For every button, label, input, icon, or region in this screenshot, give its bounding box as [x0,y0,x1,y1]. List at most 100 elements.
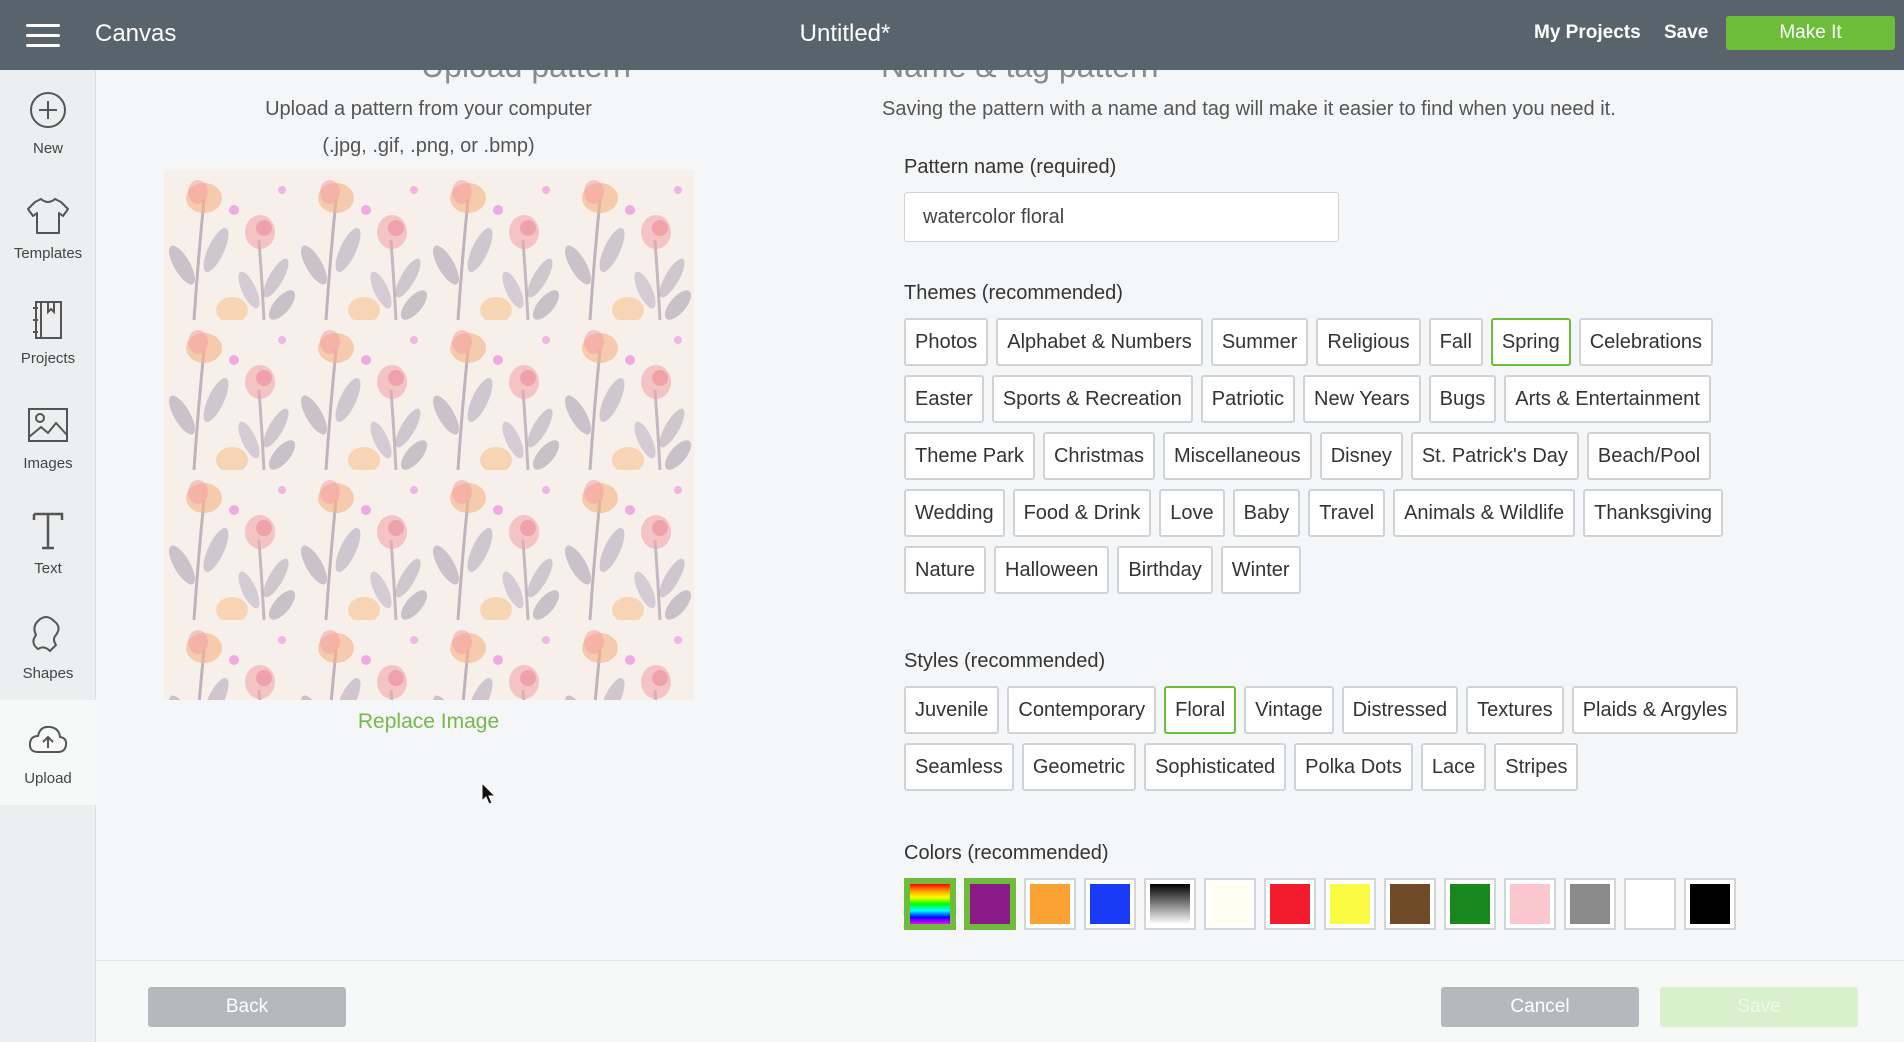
theme-tag[interactable]: Disney [1319,432,1403,480]
color-swatch-multicolor[interactable] [904,878,956,930]
pattern-name-label: Pattern name (required) [904,156,1117,178]
color-swatch-purple[interactable] [964,878,1016,930]
theme-tag[interactable]: Beach/Pool [1586,432,1712,480]
save-button[interactable]: Save [1660,987,1858,1027]
theme-tag[interactable]: Love [1159,489,1225,537]
upload-file-types: (.jpg, .gif, .png, or .bmp) [322,135,535,157]
theme-tag[interactable]: Sports & Recreation [991,375,1193,423]
style-tag[interactable]: Polka Dots [1294,743,1413,791]
back-button[interactable]: Back [148,987,346,1027]
color-swatch-blue[interactable] [1084,878,1136,930]
color-swatch-fill [1150,884,1190,924]
theme-tag[interactable]: St. Patrick's Day [1410,432,1579,480]
color-swatch-fill [910,884,950,924]
theme-tag[interactable]: Summer [1210,318,1309,366]
colors-label: Colors (recommended) [904,842,1109,864]
theme-tag[interactable]: Photos [904,318,989,366]
theme-tag[interactable]: Alphabet & Numbers [996,318,1203,366]
pattern-name-input[interactable] [904,192,1339,242]
style-tag[interactable]: Vintage [1244,686,1334,734]
replace-image-link[interactable]: Replace Image [96,710,761,734]
theme-tag[interactable]: Christmas [1042,432,1155,480]
theme-tag[interactable]: Halloween [994,546,1110,594]
theme-tag[interactable]: Easter [904,375,984,423]
style-tag[interactable]: Sophisticated [1144,743,1287,791]
top-bar: Canvas Untitled* My Projects Save Make I… [0,0,1904,70]
theme-tag[interactable]: Thanksgiving [1583,489,1723,537]
theme-tag[interactable]: New Years [1303,375,1421,423]
sidebar-item-label: Shapes [22,665,74,682]
theme-tag[interactable]: Animals & Wildlife [1393,489,1576,537]
theme-tag[interactable]: Theme Park [904,432,1035,480]
sidebar: New Templates Projects Images Text Shape… [0,70,96,1042]
style-tag[interactable]: Juvenile [904,686,1000,734]
style-tag[interactable]: Contemporary [1007,686,1157,734]
color-swatch-pink[interactable] [1504,878,1556,930]
sidebar-item-label: Images [23,455,73,472]
sidebar-item-projects[interactable]: Projects [0,280,96,385]
theme-tag[interactable]: Celebrations [1578,318,1713,366]
top-save-link[interactable]: Save [1664,22,1708,44]
color-swatch-gray-gradient[interactable] [1144,878,1196,930]
style-tag[interactable]: Seamless [904,743,1014,791]
sidebar-item-label: New [32,140,63,157]
image-icon [28,408,68,442]
theme-tag[interactable]: Bugs [1428,375,1497,423]
color-swatch-gray[interactable] [1564,878,1616,930]
color-swatch-red[interactable] [1264,878,1316,930]
color-swatch-yellow[interactable] [1324,878,1376,930]
sidebar-item-images[interactable]: Images [0,385,96,490]
upload-subtitle: Upload a pattern from your computer [265,98,592,120]
sidebar-item-new[interactable]: New [0,70,96,175]
sidebar-item-label: Text [34,560,62,577]
theme-tag[interactable]: Arts & Entertainment [1504,375,1711,423]
color-swatch-fill [1630,884,1670,924]
theme-tag[interactable]: Food & Drink [1012,489,1152,537]
sidebar-item-templates[interactable]: Templates [0,175,96,280]
themes-tag-group: Photos Alphabet & Numbers Summer Religious F… [904,318,1764,594]
color-swatch-brown[interactable] [1384,878,1436,930]
sidebar-item-shapes[interactable]: Shapes [0,595,96,700]
themes-label: Themes (recommended) [904,282,1123,304]
style-tag[interactable]: Geometric [1021,743,1137,791]
styles-label: Styles (recommended) [904,650,1106,672]
sidebar-item-label: Projects [20,350,76,367]
theme-tag[interactable]: Baby [1232,489,1301,537]
cancel-button[interactable]: Cancel [1441,987,1639,1027]
color-swatch-fill [1510,884,1550,924]
theme-tag[interactable]: Winter [1220,546,1301,594]
color-swatch-white[interactable] [1624,878,1676,930]
form-subtitle: Saving the pattern with a name and tag w… [882,98,1616,120]
theme-tag[interactable]: Miscellaneous [1162,432,1312,480]
text-icon [32,512,64,550]
color-swatch-fill [1090,884,1130,924]
shapes-icon [32,616,60,653]
make-it-button[interactable]: Make It [1726,16,1895,50]
style-tag[interactable]: Floral [1164,686,1237,734]
color-swatch-black[interactable] [1684,878,1736,930]
color-swatch-cream[interactable] [1204,878,1256,930]
theme-tag[interactable]: Birthday [1117,546,1213,594]
sidebar-item-text[interactable]: Text [0,490,96,595]
theme-tag[interactable]: Religious [1316,318,1421,366]
color-swatch-orange[interactable] [1024,878,1076,930]
color-swatch-fill [1690,884,1730,924]
theme-tag[interactable]: Fall [1428,318,1483,366]
color-swatch-fill [970,884,1010,924]
theme-tag[interactable]: Wedding [904,489,1005,537]
style-tag[interactable]: Stripes [1494,743,1579,791]
my-projects-link[interactable]: My Projects [1534,22,1641,44]
style-tag[interactable]: Lace [1420,743,1487,791]
theme-tag[interactable]: Travel [1308,489,1386,537]
theme-tag[interactable]: Nature [904,546,987,594]
color-swatch-fill [1390,884,1430,924]
style-tag[interactable]: Textures [1466,686,1564,734]
theme-tag[interactable]: Spring [1490,318,1571,366]
color-swatch-fill [1270,884,1310,924]
plus-circle-icon [30,92,66,128]
sidebar-item-upload[interactable]: Upload [0,700,96,805]
theme-tag[interactable]: Patriotic [1200,375,1296,423]
style-tag[interactable]: Distressed [1341,686,1459,734]
color-swatch-green[interactable] [1444,878,1496,930]
style-tag[interactable]: Plaids & Argyles [1571,686,1739,734]
